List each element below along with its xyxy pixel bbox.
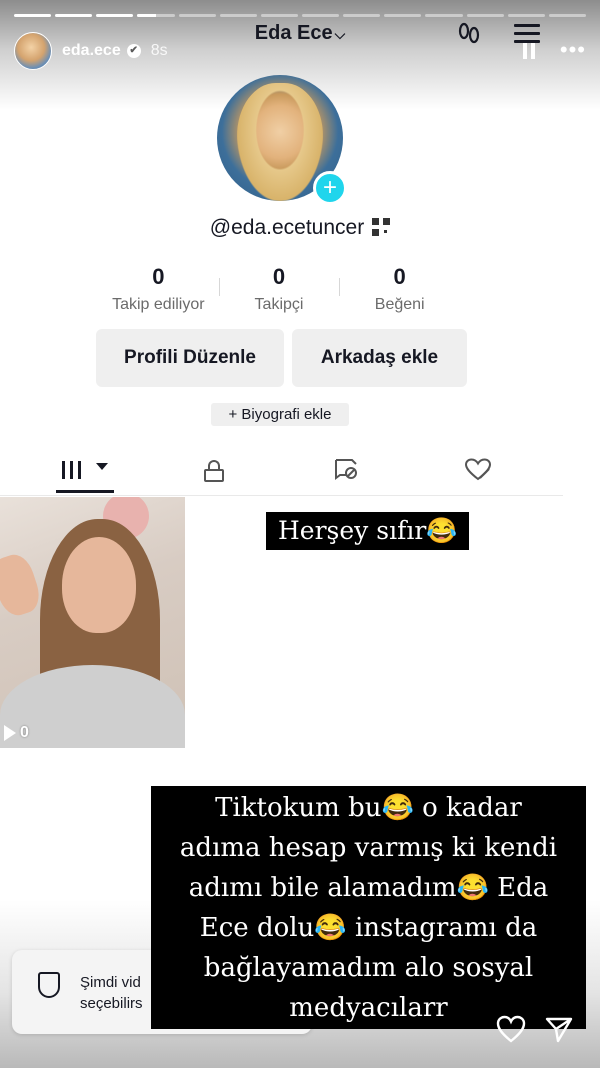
toast-line: Şimdi vid xyxy=(80,974,141,991)
story-progress xyxy=(14,14,586,17)
thumbnail-face xyxy=(62,537,136,633)
caption-line: Tiktokum bu😂 o kadar xyxy=(215,793,522,823)
thumbnail-hand xyxy=(0,550,45,620)
story-progress-segment xyxy=(260,14,298,17)
story-progress-segment xyxy=(137,14,175,17)
story-progress-segment xyxy=(425,14,463,17)
pause-icon[interactable] xyxy=(522,43,536,59)
shield-icon xyxy=(38,972,60,998)
stat-label: Takip ediliyor xyxy=(112,296,205,313)
video-thumbnail[interactable]: 0 xyxy=(0,497,185,748)
toast-text: Şimdi vid seçebilirs xyxy=(80,972,143,1014)
story-header: eda.ece ✔ 8s ••• xyxy=(14,30,586,70)
story-progress-segment xyxy=(14,14,52,17)
stat-value: 0 xyxy=(152,264,165,289)
tab-videos[interactable] xyxy=(56,453,114,493)
tab-private-lock-icon[interactable] xyxy=(204,460,224,482)
profile-actions: Profili Düzenle Arkadaş ekle xyxy=(96,329,467,387)
profile-handle-text: @eda.ecetuncer xyxy=(209,216,365,239)
tab-liked-heart-icon[interactable] xyxy=(464,458,492,482)
profile-handle: @eda.ecetuncer xyxy=(0,216,600,240)
add-friend-button[interactable]: Arkadaş ekle xyxy=(292,329,467,387)
story-progress-segment xyxy=(219,14,257,17)
story-avatar[interactable] xyxy=(14,32,52,70)
play-icon xyxy=(4,725,16,741)
video-views: 0 xyxy=(4,724,29,742)
verified-badge-icon: ✔ xyxy=(126,44,141,58)
story-progress-segment xyxy=(343,14,381,17)
more-options-icon[interactable]: ••• xyxy=(560,39,586,61)
story-progress-segment xyxy=(507,14,545,17)
story-progress-segment xyxy=(301,14,340,17)
qr-code-icon[interactable] xyxy=(372,218,391,236)
caret-down-icon xyxy=(96,463,108,470)
toast-line: seçebilirs xyxy=(80,995,143,1012)
story-progress-segment xyxy=(384,14,422,17)
stat-followers[interactable]: 0 Takipçi xyxy=(218,264,340,314)
stat-label: Takipçi xyxy=(254,296,304,313)
story-progress-segment xyxy=(548,14,586,17)
story-caption-first: Herşey sıfır😂 xyxy=(266,512,470,550)
add-bio-button[interactable]: + Biyografi ekle xyxy=(211,403,349,426)
caption-line: adımı bile alamadım😂 Eda xyxy=(188,873,549,903)
stat-value: 0 xyxy=(393,264,406,289)
story-progress-segment xyxy=(55,14,93,17)
grid-icon xyxy=(62,461,82,479)
story-user[interactable]: eda.ece ✔ 8s xyxy=(62,42,168,60)
story-caption-second: Tiktokum bu😂 o kadar adıma hesap varmış … xyxy=(151,786,586,1029)
tab-reposts-icon[interactable] xyxy=(333,458,359,482)
edit-profile-button[interactable]: Profili Düzenle xyxy=(96,329,284,387)
story-progress-segment xyxy=(178,14,216,17)
caption-line: Ece dolu😂 instagramı da xyxy=(199,913,538,943)
stat-likes[interactable]: 0 Beğeni xyxy=(339,264,460,314)
story-time: 8s xyxy=(150,42,168,59)
story-progress-segment xyxy=(96,14,134,17)
caption-line: bağlayamadım alo sosyal xyxy=(203,953,534,983)
profile-tabs xyxy=(0,448,563,496)
add-photo-plus-icon[interactable]: + xyxy=(313,171,347,205)
profile-stats: 0 Takip ediliyor 0 Takipçi 0 Beğeni xyxy=(98,264,460,314)
like-story-heart-icon[interactable] xyxy=(495,1014,527,1044)
send-message-icon[interactable] xyxy=(544,1014,574,1044)
stat-following[interactable]: 0 Takip ediliyor xyxy=(98,264,219,314)
stat-label: Beğeni xyxy=(374,296,425,313)
caption-line: adıma hesap varmış ki kendi xyxy=(179,833,558,863)
story-username: eda.ece xyxy=(62,42,121,59)
stat-value: 0 xyxy=(272,264,286,289)
story-progress-segment xyxy=(466,14,504,17)
video-view-count: 0 xyxy=(20,724,29,741)
